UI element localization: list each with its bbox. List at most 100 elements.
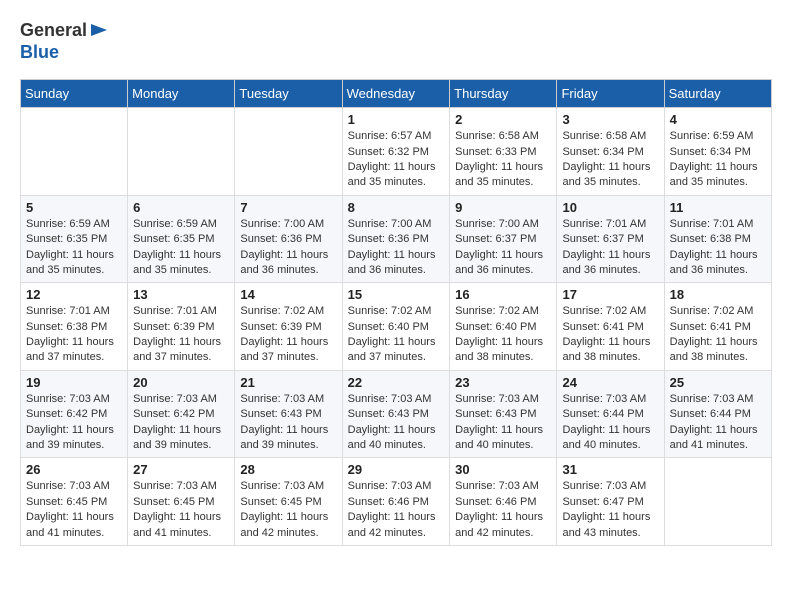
day-info: Sunrise: 7:03 AM Sunset: 6:46 PM Dayligh… <box>348 479 445 541</box>
calendar-cell: 23Sunrise: 7:03 AM Sunset: 6:43 PM Dayli… <box>450 370 557 458</box>
logo-text: GeneralBlue <box>20 20 109 63</box>
day-header-wednesday: Wednesday <box>342 80 450 108</box>
day-number: 31 <box>562 462 658 477</box>
day-info: Sunrise: 7:03 AM Sunset: 6:45 PM Dayligh… <box>26 479 122 541</box>
calendar-cell: 2 Sunrise: 6:58 AM Sunset: 6:33 PM Daylig… <box>450 108 557 196</box>
day-info: Sunrise: 6:59 AM Sunset: 6:34 PM Dayligh… <box>670 129 766 191</box>
day-info: Sunrise: 7:03 AM Sunset: 6:45 PM Dayligh… <box>240 479 336 541</box>
day-info: Sunrise: 7:01 AM Sunset: 6:39 PM Dayligh… <box>133 304 229 366</box>
day-info: Sunrise: 7:03 AM Sunset: 6:44 PM Dayligh… <box>562 392 658 454</box>
day-info: Sunrise: 7:02 AM Sunset: 6:40 PM Dayligh… <box>348 304 445 366</box>
day-number: 28 <box>240 462 336 477</box>
day-number: 9 <box>455 200 551 215</box>
day-number: 22 <box>348 375 445 390</box>
day-info: Sunrise: 7:03 AM Sunset: 6:44 PM Dayligh… <box>670 392 766 454</box>
calendar-cell: 9 Sunrise: 7:00 AM Sunset: 6:37 PM Daylig… <box>450 195 557 283</box>
day-number: 6 <box>133 200 229 215</box>
day-header-tuesday: Tuesday <box>235 80 342 108</box>
calendar-cell: 21 Sunrise: 7:03 AM Sunset: 6:43 PM Dayli… <box>235 370 342 458</box>
calendar-cell: 4 Sunrise: 6:59 AM Sunset: 6:34 PM Daylig… <box>664 108 771 196</box>
day-info: Sunrise: 7:03 AM Sunset: 6:46 PM Dayligh… <box>455 479 551 541</box>
day-info: Sunrise: 7:03 AM Sunset: 6:45 PM Dayligh… <box>133 479 229 541</box>
calendar-cell: 13 Sunrise: 7:01 AM Sunset: 6:39 PM Dayli… <box>128 283 235 371</box>
day-number: 25 <box>670 375 766 390</box>
calendar-cell <box>664 458 771 546</box>
day-info: Sunrise: 7:01 AM Sunset: 6:38 PM Dayligh… <box>670 217 766 279</box>
day-header-thursday: Thursday <box>450 80 557 108</box>
day-info: Sunrise: 6:59 AM Sunset: 6:35 PM Dayligh… <box>26 217 122 279</box>
calendar-cell: 7 Sunrise: 7:00 AM Sunset: 6:36 PM Daylig… <box>235 195 342 283</box>
calendar-cell: 8Sunrise: 7:00 AM Sunset: 6:36 PM Daylig… <box>342 195 450 283</box>
calendar-cell: 12Sunrise: 7:01 AM Sunset: 6:38 PM Dayli… <box>21 283 128 371</box>
calendar-cell: 11 Sunrise: 7:01 AM Sunset: 6:38 PM Dayli… <box>664 195 771 283</box>
calendar-cell: 25 Sunrise: 7:03 AM Sunset: 6:44 PM Dayli… <box>664 370 771 458</box>
day-number: 5 <box>26 200 122 215</box>
calendar-header-row: SundayMondayTuesdayWednesdayThursdayFrid… <box>21 80 772 108</box>
day-info: Sunrise: 7:02 AM Sunset: 6:39 PM Dayligh… <box>240 304 336 366</box>
day-number: 11 <box>670 200 766 215</box>
day-info: Sunrise: 7:02 AM Sunset: 6:41 PM Dayligh… <box>670 304 766 366</box>
day-number: 26 <box>26 462 122 477</box>
calendar-cell: 19 Sunrise: 7:03 AM Sunset: 6:42 PM Dayli… <box>21 370 128 458</box>
day-number: 27 <box>133 462 229 477</box>
calendar-cell <box>235 108 342 196</box>
day-number: 24 <box>562 375 658 390</box>
day-number: 29 <box>348 462 445 477</box>
calendar-table: SundayMondayTuesdayWednesdayThursdayFrid… <box>20 79 772 546</box>
day-number: 7 <box>240 200 336 215</box>
day-number: 8 <box>348 200 445 215</box>
calendar-week-row: 12Sunrise: 7:01 AM Sunset: 6:38 PM Dayli… <box>21 283 772 371</box>
calendar-cell: 30 Sunrise: 7:03 AM Sunset: 6:46 PM Dayli… <box>450 458 557 546</box>
day-header-sunday: Sunday <box>21 80 128 108</box>
day-info: Sunrise: 7:03 AM Sunset: 6:47 PM Dayligh… <box>562 479 658 541</box>
calendar-cell: 27 Sunrise: 7:03 AM Sunset: 6:45 PM Dayli… <box>128 458 235 546</box>
day-info: Sunrise: 7:00 AM Sunset: 6:36 PM Dayligh… <box>240 217 336 279</box>
logo-general: General <box>20 20 87 40</box>
page-header: GeneralBlue <box>20 20 772 63</box>
day-number: 2 <box>455 112 551 127</box>
calendar-cell: 18 Sunrise: 7:02 AM Sunset: 6:41 PM Dayli… <box>664 283 771 371</box>
day-number: 15 <box>348 287 445 302</box>
calendar-week-row: 19 Sunrise: 7:03 AM Sunset: 6:42 PM Dayli… <box>21 370 772 458</box>
day-number: 12 <box>26 287 122 302</box>
day-number: 19 <box>26 375 122 390</box>
logo-flag-icon <box>89 21 109 41</box>
calendar-cell: 6 Sunrise: 6:59 AM Sunset: 6:35 PM Daylig… <box>128 195 235 283</box>
day-number: 20 <box>133 375 229 390</box>
day-number: 18 <box>670 287 766 302</box>
day-info: Sunrise: 7:03 AM Sunset: 6:43 PM Dayligh… <box>455 392 551 454</box>
day-info: Sunrise: 6:58 AM Sunset: 6:33 PM Dayligh… <box>455 129 551 191</box>
calendar-cell: 28 Sunrise: 7:03 AM Sunset: 6:45 PM Dayli… <box>235 458 342 546</box>
calendar-cell <box>128 108 235 196</box>
day-info: Sunrise: 7:03 AM Sunset: 6:42 PM Dayligh… <box>26 392 122 454</box>
day-number: 14 <box>240 287 336 302</box>
day-number: 13 <box>133 287 229 302</box>
day-number: 21 <box>240 375 336 390</box>
calendar-week-row: 1Sunrise: 6:57 AM Sunset: 6:32 PM Daylig… <box>21 108 772 196</box>
calendar-cell: 16Sunrise: 7:02 AM Sunset: 6:40 PM Dayli… <box>450 283 557 371</box>
logo-blue: Blue <box>20 42 59 62</box>
calendar-cell: 22Sunrise: 7:03 AM Sunset: 6:43 PM Dayli… <box>342 370 450 458</box>
day-header-monday: Monday <box>128 80 235 108</box>
day-info: Sunrise: 7:02 AM Sunset: 6:40 PM Dayligh… <box>455 304 551 366</box>
calendar-cell: 1Sunrise: 6:57 AM Sunset: 6:32 PM Daylig… <box>342 108 450 196</box>
day-number: 3 <box>562 112 658 127</box>
day-number: 17 <box>562 287 658 302</box>
day-info: Sunrise: 7:03 AM Sunset: 6:43 PM Dayligh… <box>240 392 336 454</box>
calendar-cell: 10Sunrise: 7:01 AM Sunset: 6:37 PM Dayli… <box>557 195 664 283</box>
day-info: Sunrise: 6:59 AM Sunset: 6:35 PM Dayligh… <box>133 217 229 279</box>
day-info: Sunrise: 6:57 AM Sunset: 6:32 PM Dayligh… <box>348 129 445 191</box>
calendar-cell: 24 Sunrise: 7:03 AM Sunset: 6:44 PM Dayli… <box>557 370 664 458</box>
calendar-week-row: 26 Sunrise: 7:03 AM Sunset: 6:45 PM Dayli… <box>21 458 772 546</box>
logo: GeneralBlue <box>20 20 109 63</box>
calendar-cell: 26 Sunrise: 7:03 AM Sunset: 6:45 PM Dayli… <box>21 458 128 546</box>
day-number: 30 <box>455 462 551 477</box>
calendar-cell: 3Sunrise: 6:58 AM Sunset: 6:34 PM Daylig… <box>557 108 664 196</box>
day-info: Sunrise: 7:03 AM Sunset: 6:42 PM Dayligh… <box>133 392 229 454</box>
calendar-cell: 31 Sunrise: 7:03 AM Sunset: 6:47 PM Dayli… <box>557 458 664 546</box>
day-info: Sunrise: 7:00 AM Sunset: 6:37 PM Dayligh… <box>455 217 551 279</box>
calendar-cell: 15 Sunrise: 7:02 AM Sunset: 6:40 PM Dayli… <box>342 283 450 371</box>
day-number: 4 <box>670 112 766 127</box>
day-header-saturday: Saturday <box>664 80 771 108</box>
day-header-friday: Friday <box>557 80 664 108</box>
